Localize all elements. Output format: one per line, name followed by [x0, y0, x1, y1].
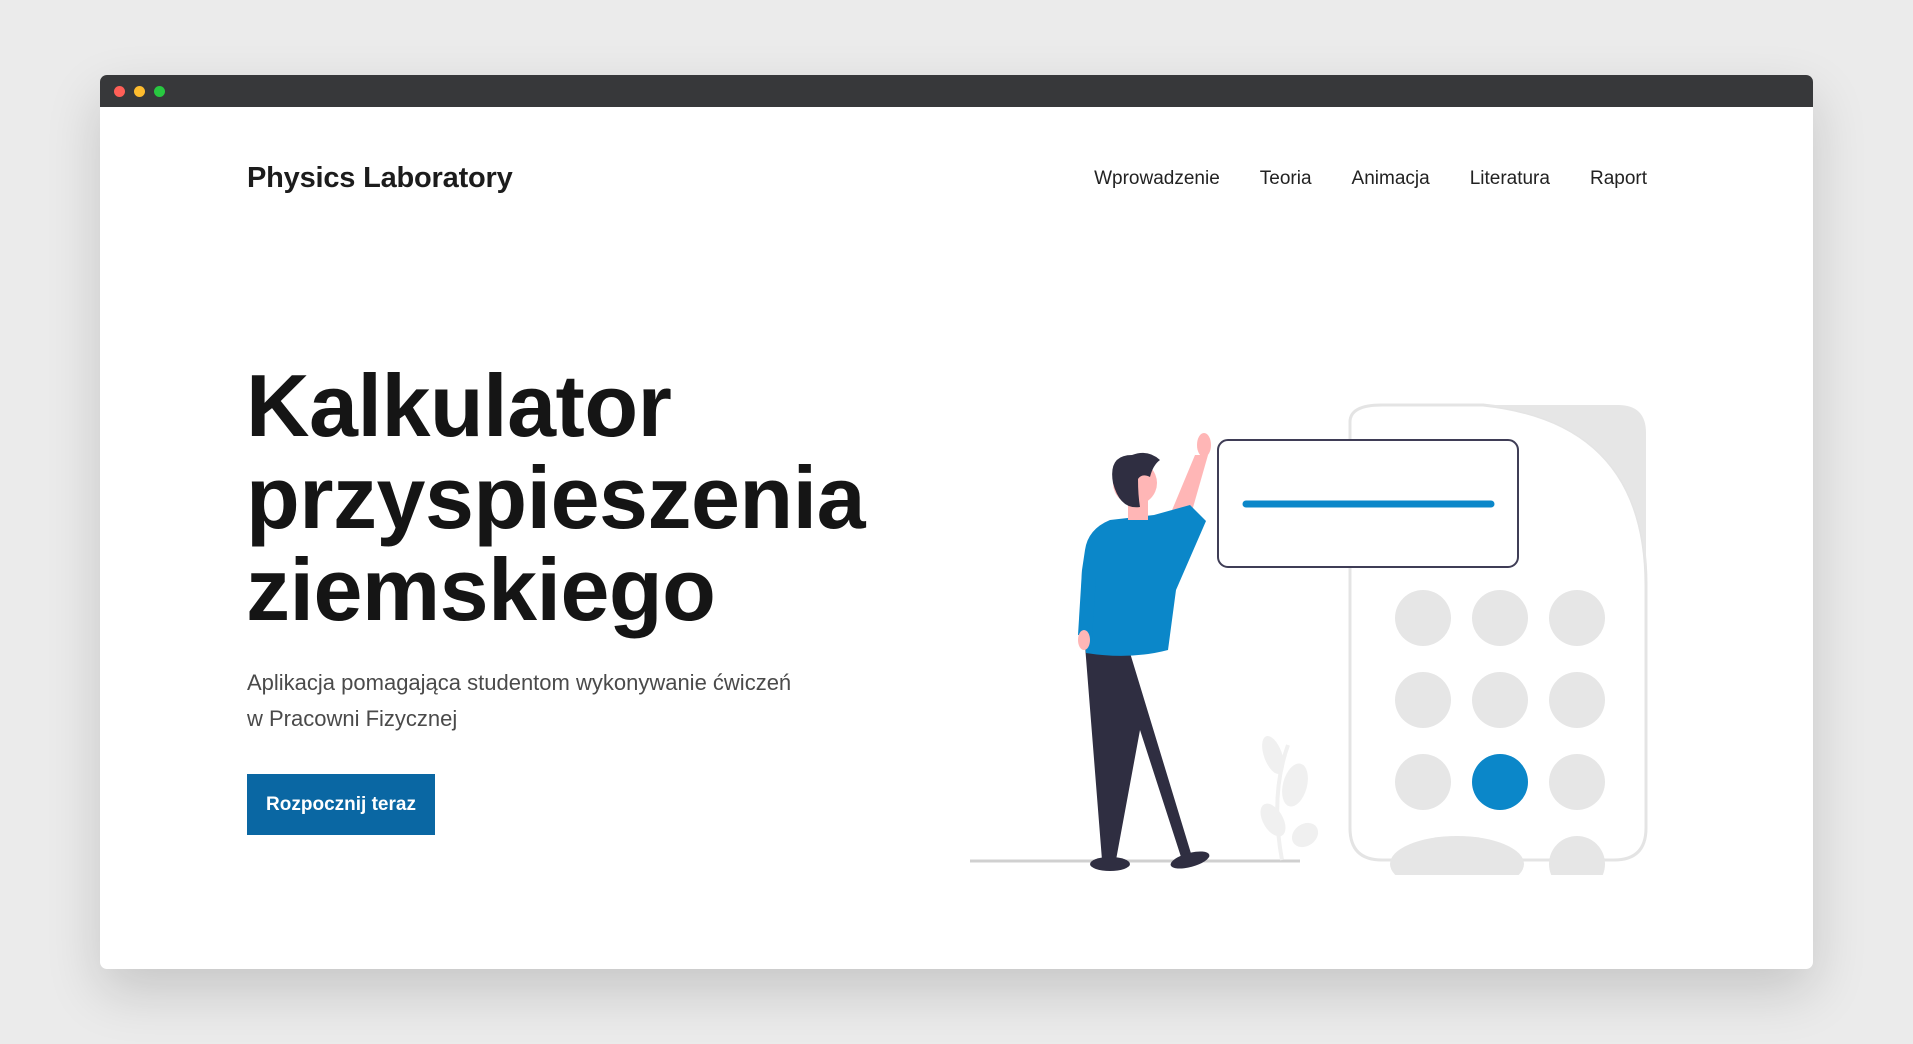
close-window-icon[interactable] [114, 86, 125, 97]
main-nav: Wprowadzenie Teoria Animacja Literatura … [1094, 168, 1647, 190]
nav-item-animacja[interactable]: Animacja [1352, 168, 1430, 190]
hero-subtitle-line: w Pracowni Fizycznej [247, 706, 458, 731]
calculator-key [1472, 590, 1528, 646]
calculator-key [1395, 590, 1451, 646]
nav-item-teoria[interactable]: Teoria [1260, 168, 1312, 190]
minimize-window-icon[interactable] [134, 86, 145, 97]
plant-icon [1260, 735, 1319, 861]
hero-subtitle-line: Aplikacja pomagająca studentom wykonywan… [247, 670, 792, 695]
nav-item-wprowadzenie[interactable]: Wprowadzenie [1094, 168, 1220, 190]
calculator-key [1472, 672, 1528, 728]
calculator-key [1549, 754, 1605, 810]
window-titlebar [100, 75, 1813, 107]
hero-title-line: Kalkulator [246, 356, 672, 455]
browser-window: Physics Laboratory Wprowadzenie Teoria A… [100, 75, 1813, 969]
calculator-key [1395, 672, 1451, 728]
person-pressing-calculator-illustration [970, 403, 1648, 875]
nav-item-literatura[interactable]: Literatura [1470, 168, 1550, 190]
calculator-key [1549, 672, 1605, 728]
nav-item-raport[interactable]: Raport [1590, 168, 1647, 190]
hero-subtitle: Aplikacja pomagająca studentom wykonywan… [247, 665, 867, 737]
calculator-key-highlighted [1472, 754, 1528, 810]
hero-title: Kalkulator przyspieszenia ziemskiego [246, 360, 966, 636]
brand-logo-text[interactable]: Physics Laboratory [247, 162, 513, 195]
calculator-key [1549, 590, 1605, 646]
start-now-button[interactable]: Rozpocznij teraz [247, 774, 435, 835]
maximize-window-icon[interactable] [154, 86, 165, 97]
calculator-key [1395, 754, 1451, 810]
hero-title-line: ziemskiego [246, 540, 716, 639]
hero-title-line: przyspieszenia [246, 448, 866, 547]
person-figure [1078, 433, 1211, 871]
